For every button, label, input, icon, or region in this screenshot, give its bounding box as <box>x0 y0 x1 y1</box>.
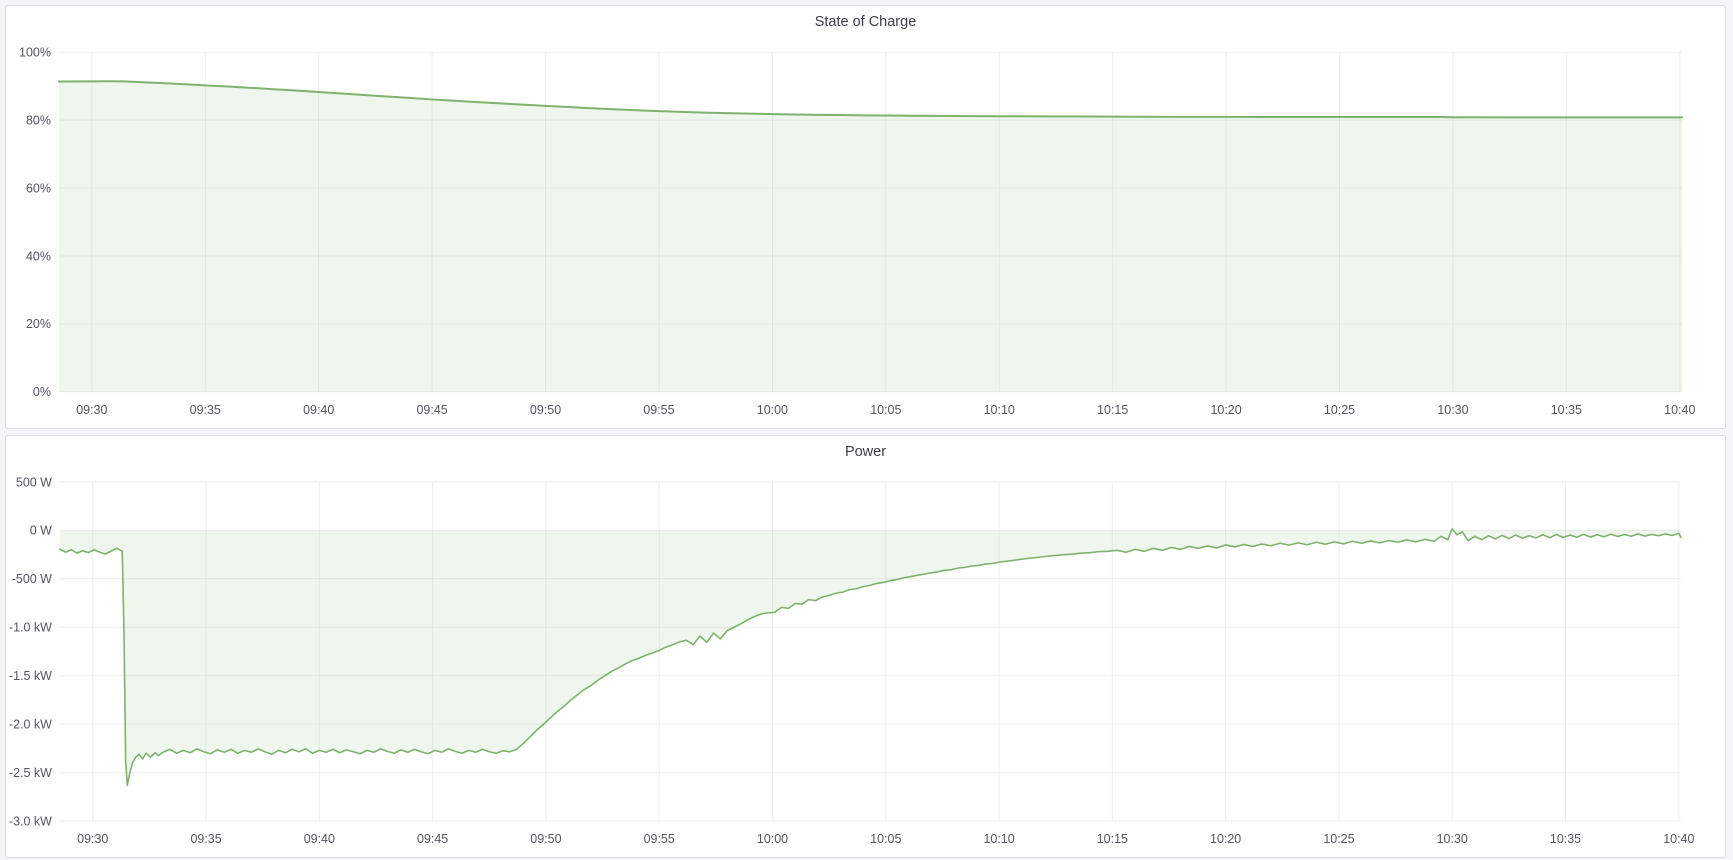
x-tick-label: 10:05 <box>870 832 901 846</box>
x-tick-label: 10:00 <box>757 832 788 846</box>
y-tick-label: 100% <box>19 46 51 60</box>
x-tick-label: 10:20 <box>1210 832 1241 846</box>
y-tick-label: 20% <box>26 317 51 331</box>
x-tick-label: 09:50 <box>530 403 561 417</box>
y-tick-label: 0 W <box>30 524 52 538</box>
x-tick-label: 09:50 <box>530 832 561 846</box>
x-tick-label: 10:30 <box>1437 832 1468 846</box>
x-tick-label: 09:55 <box>643 403 674 417</box>
x-tick-label: 09:35 <box>190 403 221 417</box>
x-tick-label: 10:00 <box>757 403 788 417</box>
x-tick-label: 10:30 <box>1437 403 1468 417</box>
x-tick-label: 10:10 <box>983 832 1014 846</box>
x-tick-label: 10:35 <box>1550 832 1581 846</box>
panel-state-of-charge: 100% 80% 60% 40% 20% 0% 09:30 09:35 09:40 09:45 09… <box>5 5 1726 429</box>
state-of-charge-chart[interactable]: 100% 80% 60% 40% 20% 0% 09:30 09:35 09:40 09:45 09… <box>6 6 1725 428</box>
x-tick-label: 09:40 <box>304 832 335 846</box>
y-tick-label: 80% <box>26 113 51 127</box>
x-tick-label: 10:05 <box>870 403 901 417</box>
series-area <box>59 81 1682 392</box>
x-tick-label: 10:20 <box>1210 403 1241 417</box>
panel-power: 500 W 0 W -500 W -1.0 kW -1.5 kW -2.0 kW -2.5 … <box>5 435 1726 858</box>
x-tick-label: 09:45 <box>417 403 448 417</box>
x-tick-label: 10:25 <box>1323 832 1354 846</box>
y-tick-label: -1.5 kW <box>9 669 52 683</box>
y-tick-label: -500 W <box>12 572 52 586</box>
x-tick-label: 10:15 <box>1097 403 1128 417</box>
x-tick-label: 09:35 <box>190 832 221 846</box>
y-tick-label: -3.0 kW <box>9 814 52 828</box>
x-tick-label: 10:40 <box>1663 832 1694 846</box>
panel-title-state-of-charge[interactable]: State of Charge <box>6 12 1725 36</box>
y-tick-label: -1.0 kW <box>9 621 52 635</box>
x-tick-label: 09:30 <box>77 832 108 846</box>
x-tick-label: 10:10 <box>984 403 1015 417</box>
x-tick-label: 10:40 <box>1664 403 1695 417</box>
x-tick-label: 10:25 <box>1324 403 1355 417</box>
x-tick-label: 09:30 <box>76 403 107 417</box>
x-tick-label: 09:45 <box>417 832 448 846</box>
y-tick-label: 60% <box>26 181 51 195</box>
panel-title-power[interactable]: Power <box>6 442 1725 466</box>
y-tick-label: -2.0 kW <box>9 718 52 732</box>
power-chart[interactable]: 500 W 0 W -500 W -1.0 kW -1.5 kW -2.0 kW -2.5 … <box>6 436 1725 857</box>
y-tick-label: -2.5 kW <box>9 766 52 780</box>
x-tick-label: 09:40 <box>303 403 334 417</box>
series-area <box>60 529 1681 785</box>
x-tick-label: 10:35 <box>1551 403 1582 417</box>
x-tick-label: 10:15 <box>1097 832 1128 846</box>
x-tick-label: 09:55 <box>644 832 675 846</box>
y-tick-label: 500 W <box>16 475 52 489</box>
y-tick-label: 0% <box>33 385 51 399</box>
y-tick-label: 40% <box>26 249 51 263</box>
